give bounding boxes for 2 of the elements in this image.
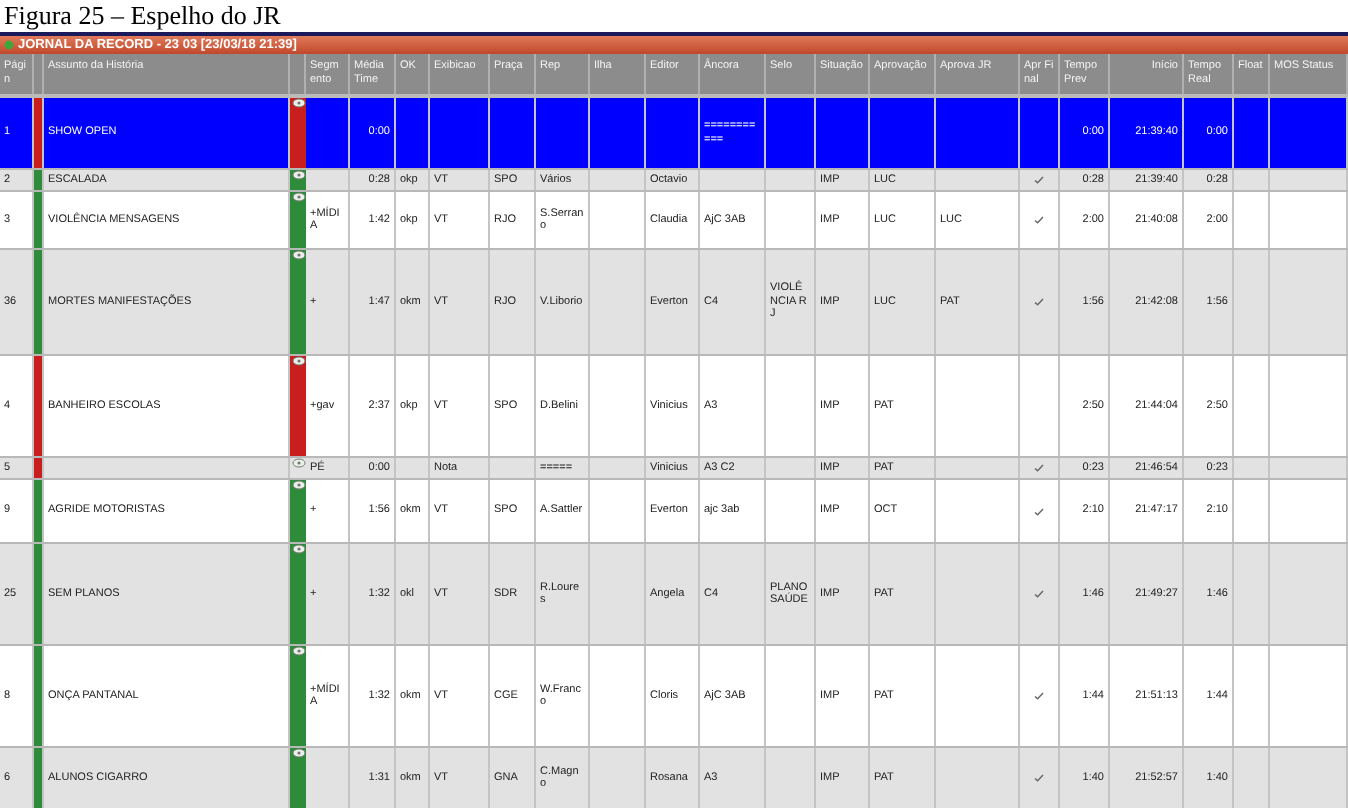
figure-caption: Figura 25 – Espelho do JR bbox=[2, 0, 283, 32]
status-dot-icon bbox=[4, 40, 14, 50]
